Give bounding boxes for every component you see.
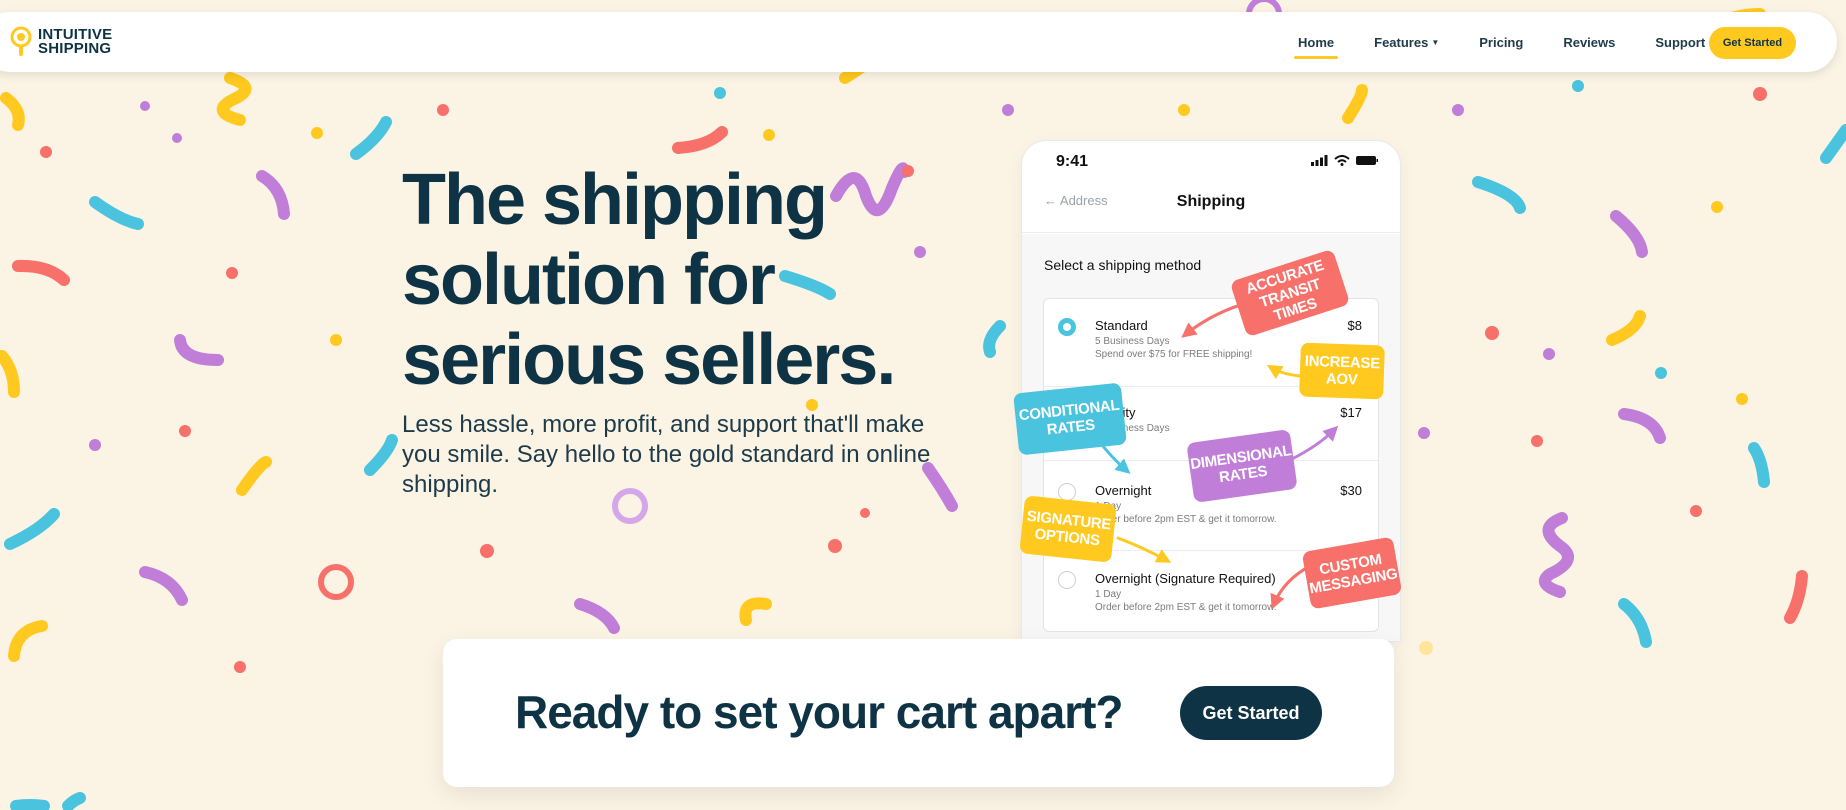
option-price: $8	[1347, 318, 1362, 333]
top-navbar: INTUITIVE SHIPPING Home Features ▼ Pricin…	[0, 12, 1837, 72]
nav-item-reviews[interactable]: Reviews	[1563, 35, 1615, 50]
nav-item-label: Features	[1374, 34, 1429, 50]
brand-name-line2: SHIPPING	[38, 40, 112, 57]
hero-title-line2: solution for	[402, 240, 776, 320]
option-price: $17	[1340, 405, 1362, 420]
hero-title-line1: The shipping	[402, 160, 828, 240]
tag-line: RATES	[1046, 416, 1096, 439]
radio-selected-icon[interactable]	[1058, 318, 1076, 336]
nav-item-support[interactable]: Support▼	[1655, 35, 1716, 50]
status-time: 9:41	[1056, 153, 1089, 170]
cta-get-started-button[interactable]: Get Started	[1180, 686, 1322, 740]
status-icons	[1311, 155, 1378, 166]
nav-item-pricing[interactable]: Pricing	[1479, 35, 1523, 50]
hero-title: The shipping solution for serious seller…	[402, 160, 922, 400]
hero-title-line3: serious sellers.	[402, 320, 896, 400]
brand-logo[interactable]: INTUITIVE SHIPPING	[10, 26, 112, 58]
wifi-icon	[1334, 155, 1350, 166]
cta-card: Ready to set your cart apart? Get Starte…	[443, 639, 1394, 787]
radio-unselected-icon[interactable]	[1058, 571, 1076, 589]
option-price: $30	[1340, 483, 1362, 498]
nav-item-features[interactable]: Features ▼	[1374, 35, 1439, 50]
tag-conditional-rates: CONDITIONAL RATES	[1013, 382, 1127, 456]
option-days: 1 Day	[1095, 501, 1378, 512]
caret-down-icon: ▼	[1431, 37, 1440, 47]
phone-header: ← Address Shipping	[1022, 183, 1400, 233]
lightbulb-logo-icon	[10, 26, 32, 56]
nav-item-label: Pricing	[1479, 34, 1524, 50]
signal-icon	[1311, 155, 1328, 166]
tag-line: INCREASE	[1304, 352, 1381, 373]
battery-icon	[1356, 156, 1378, 165]
brand-name: INTUITIVE SHIPPING	[38, 27, 112, 57]
nav-item-label: Support	[1655, 34, 1706, 50]
option-note: Order before 2pm EST & get it tomorrow.	[1095, 514, 1277, 525]
phone-title: Shipping	[1176, 193, 1246, 210]
nav-item-home[interactable]: Home	[1293, 34, 1339, 59]
tag-increase-aov: INCREASE AOV	[1299, 342, 1385, 400]
phone-status-bar: 9:41	[1022, 141, 1400, 183]
tag-line: AOV	[1325, 370, 1358, 389]
tag-signature-options: SIGNATURE OPTIONS	[1019, 495, 1117, 563]
nav-item-label: Home	[1298, 34, 1335, 50]
nav-item-label: Reviews	[1563, 34, 1616, 50]
nav-links: Home Features▼ Pricing Reviews Support▼	[1293, 12, 1756, 72]
option-days: 3 Business Days	[1095, 423, 1170, 434]
nav-get-started-button[interactable]: Get Started	[1709, 27, 1796, 59]
shipping-method-label: Select a shipping method	[1044, 257, 1202, 273]
cta-heading: Ready to set your cart apart?	[515, 686, 1124, 738]
hero-subtitle: Less hassle, more profit, and support th…	[402, 411, 931, 498]
